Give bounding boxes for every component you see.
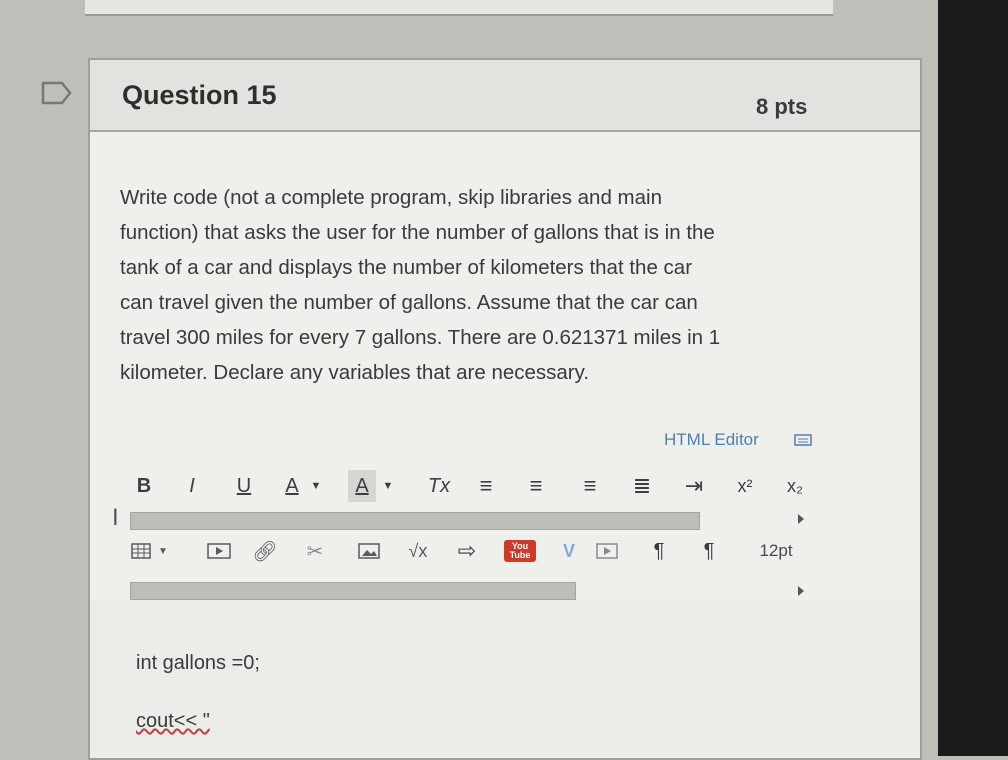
align-left-icon[interactable]: ≡ — [472, 470, 500, 502]
question-line: can travel given the number of gallons. … — [120, 291, 698, 314]
ltr-icon[interactable]: ¶ — [646, 536, 672, 566]
image-icon[interactable] — [356, 536, 382, 566]
question-line: travel 300 miles for every 7 gallons. Th… — [120, 326, 721, 349]
video-icon[interactable] — [594, 536, 620, 566]
youtube-icon[interactable]: You Tube — [504, 540, 536, 562]
equation-icon[interactable]: √x — [402, 536, 434, 566]
align-right-icon[interactable]: ≡ — [576, 470, 604, 502]
background-edge — [938, 0, 1008, 756]
question-title: Question 15 — [122, 80, 277, 110]
vimeo-icon[interactable]: V — [558, 536, 580, 566]
keyboard-icon[interactable] — [794, 432, 812, 446]
subscript-button[interactable]: x₂ — [780, 470, 810, 502]
align-center-icon[interactable]: ≡ — [522, 470, 550, 502]
question-text: Write code (not a complete program, skip… — [120, 180, 810, 390]
background-color-dropdown-icon[interactable]: ▼ — [380, 470, 396, 502]
editor-toolbar-secondary: ▼ 🔗︎ ✂ √x ⇨ You Tube V ¶ ¶ 12pt — [130, 536, 830, 570]
question-line: tank of a car and displays the number of… — [120, 256, 693, 279]
toolbar-more-arrow-icon-2[interactable] — [798, 586, 804, 596]
clear-formatting-button[interactable]: Tx — [422, 470, 456, 502]
toolbar-scroll-strip[interactable] — [130, 512, 700, 530]
editor-toolbar-primary: B I U A ▼ A ▼ Tx ≡ ≡ ≡ ≣ ⇥ x² x₂ — [130, 470, 830, 504]
editor-text-line: cout<< " — [136, 710, 210, 732]
question-header: Question 15 8 pts — [90, 60, 920, 132]
indent-icon[interactable]: ⇥ — [680, 470, 708, 502]
font-color-button[interactable]: A — [278, 470, 306, 502]
toolbar-scroll-strip-2[interactable] — [130, 582, 576, 600]
table-icon[interactable] — [130, 536, 154, 566]
previous-question-edge — [85, 0, 833, 16]
flag-question-icon[interactable] — [40, 80, 74, 106]
html-editor-link[interactable]: HTML Editor — [664, 430, 759, 450]
rtl-icon[interactable]: ¶ — [696, 536, 722, 566]
justify-icon[interactable]: ≣ — [628, 470, 656, 502]
question-line: Write code (not a complete program, skip… — [120, 186, 662, 209]
superscript-button[interactable]: x² — [730, 470, 760, 502]
question-line: kilometer. Declare any variables that ar… — [120, 361, 590, 384]
text-cursor-icon: I — [112, 504, 119, 531]
font-size-select[interactable]: 12pt — [754, 536, 798, 566]
media-icon[interactable] — [206, 536, 232, 566]
underline-button[interactable]: U — [230, 470, 258, 502]
toolbar-more-arrow-icon[interactable] — [798, 514, 804, 524]
editor-text-line: int gallons =0; — [136, 652, 260, 674]
bold-button[interactable]: B — [130, 470, 158, 502]
italic-button[interactable]: I — [178, 470, 206, 502]
unlink-icon[interactable]: ✂ — [302, 536, 328, 566]
table-dropdown-icon[interactable]: ▼ — [156, 536, 170, 566]
embed-icon[interactable]: ⇨ — [454, 536, 480, 566]
background-color-button[interactable]: A — [348, 470, 376, 502]
link-icon[interactable]: 🔗︎ — [252, 536, 278, 566]
question-line: function) that asks the user for the num… — [120, 221, 715, 244]
editor-content-area[interactable]: int gallons =0; cout<< " — [90, 600, 920, 758]
question-card: Question 15 8 pts Write code (not a comp… — [88, 58, 922, 760]
question-points: 8 pts — [756, 94, 808, 119]
font-color-dropdown-icon[interactable]: ▼ — [308, 470, 324, 502]
